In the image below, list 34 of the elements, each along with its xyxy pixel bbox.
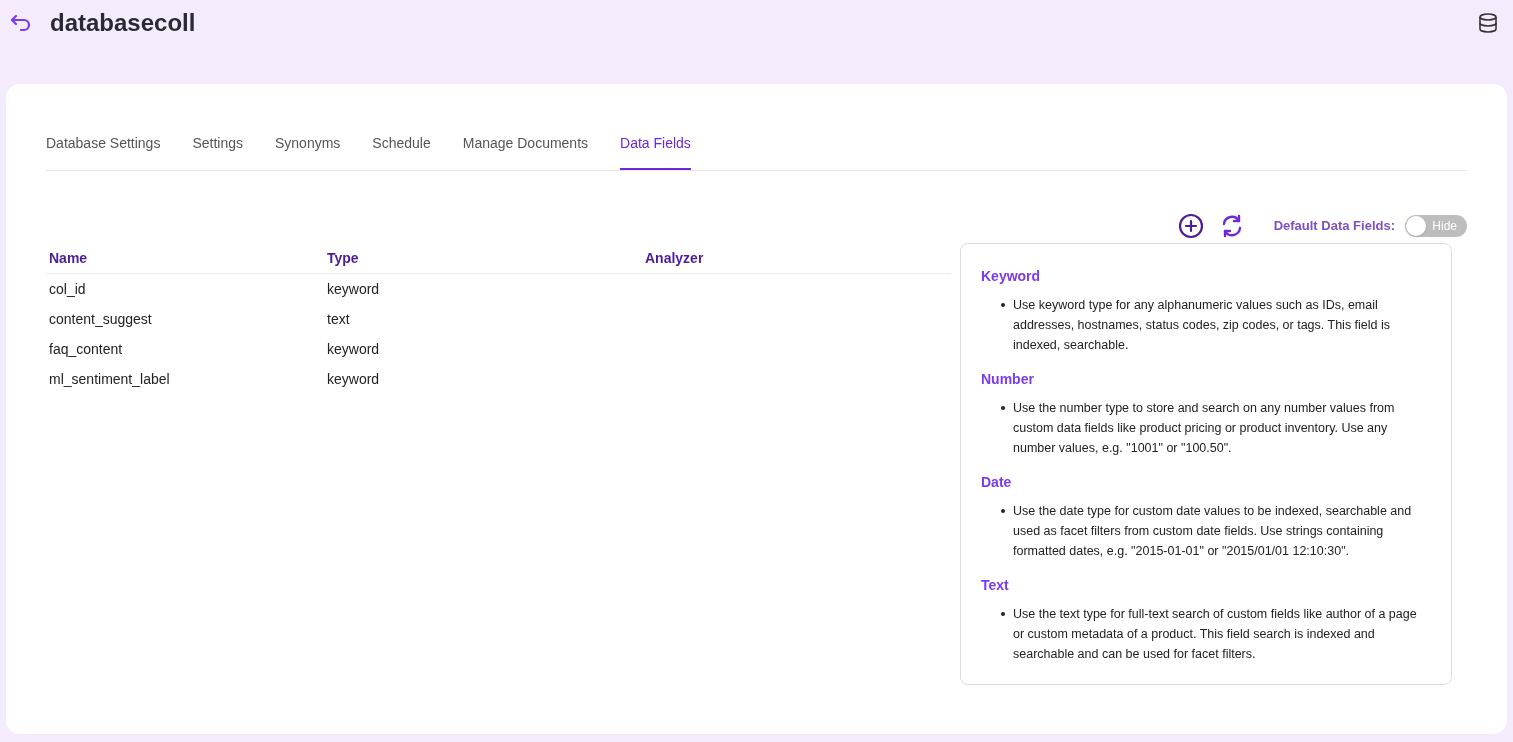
column-header: Name — [49, 249, 88, 266]
table-cell: ml_sentiment_label — [49, 370, 170, 387]
bullet-icon — [1001, 303, 1005, 307]
column-header: Analyzer — [645, 249, 704, 266]
bullet-icon — [1001, 612, 1005, 616]
description-text: Use keyword type for any alphanumeric values such as IDs, email addresses, hostnames, status codes, zip codes, or tags. This field is indexed, searchable. — [1013, 297, 1392, 354]
section-heading: Date — [981, 473, 1012, 492]
section-heading: Keyword — [981, 267, 1041, 286]
toggle-label: Default Data Fields: — [1273, 217, 1395, 236]
table-cell: keyword — [327, 340, 380, 357]
table-cell: content_suggest — [49, 310, 152, 327]
page-title: databasecoll — [50, 8, 196, 38]
description-text: Use the number type to store and search on any number values from custom data fields like product pricing or product inventory. Use any number values, e.g. "1001" or "100.50". — [1013, 400, 1396, 457]
section-heading: Text — [981, 576, 1009, 595]
table-cell: text — [327, 310, 350, 327]
table-cell: col_id — [49, 280, 86, 297]
back-arrow-icon[interactable] — [10, 14, 32, 32]
table-cell: keyword — [327, 370, 380, 387]
description-text: Use the date type for custom date values to be indexed, searchable and used as facet filters from custom date fields. Use strings containing formatted dates, e.g. "2015-01-01" or "2015/01/01 12:10:30". — [1013, 503, 1413, 560]
tab[interactable]: Schedule — [372, 133, 431, 170]
tab[interactable]: Synonyms — [275, 133, 341, 170]
bullet-icon — [1001, 406, 1005, 410]
tab[interactable]: Data Fields — [620, 133, 691, 170]
add-circle-icon[interactable] — [1177, 213, 1204, 239]
tab[interactable]: Manage Documents — [462, 133, 589, 170]
table-cell: keyword — [327, 280, 380, 297]
database-icon[interactable] — [1477, 12, 1499, 34]
tab[interactable]: Database Settings — [46, 133, 161, 170]
column-header: Type — [327, 249, 359, 266]
tab[interactable]: Settings — [192, 133, 243, 170]
section-heading: Number — [981, 370, 1034, 389]
bullet-icon — [1001, 509, 1005, 513]
table-cell: faq_content — [49, 340, 123, 357]
description-text: Use the text type for full-text search of custom fields like author of a page or custom metadata of a product. This field search is indexed and searchable and can be used for facet filters. — [1013, 606, 1418, 663]
